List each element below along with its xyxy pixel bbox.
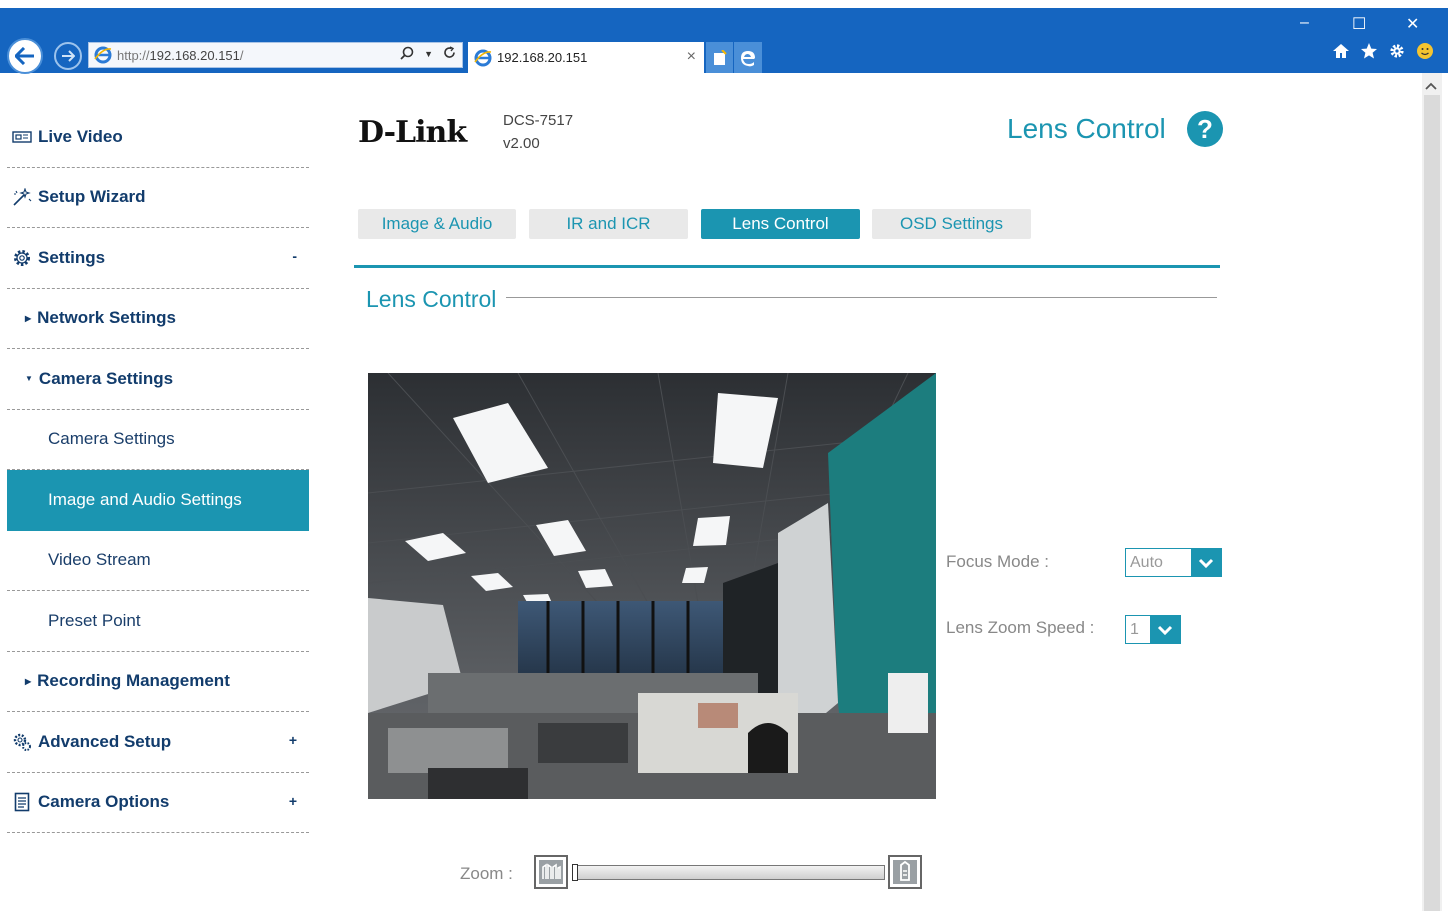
sidebar-item-label: Live Video [38, 126, 123, 146]
focus-mode-value: Auto [1130, 553, 1163, 571]
lens-zoom-speed-label: Lens Zoom Speed : [946, 618, 1095, 637]
expand-toggle[interactable]: + [289, 793, 297, 809]
sidebar-item-label: Camera Settings [38, 368, 174, 388]
close-button[interactable]: ✕ [1406, 14, 1419, 34]
zoom-tele-button[interactable] [888, 855, 922, 889]
help-icon[interactable]: ? [1187, 111, 1223, 147]
sidebar-item-network-settings[interactable]: ▶ Network Settings [7, 289, 309, 349]
zoom-tele-icon [893, 860, 917, 884]
zoom-slider-handle[interactable] [572, 864, 578, 881]
focus-mode-select[interactable]: Auto [1125, 548, 1222, 577]
tab-underline [354, 265, 1220, 268]
search-icon[interactable] [400, 46, 414, 63]
sidebar-item-label: Setup Wizard [38, 187, 146, 207]
expand-toggle[interactable]: + [289, 732, 297, 748]
arrow-right-icon [62, 50, 75, 62]
page-title: Lens Control [1007, 113, 1166, 144]
sidebar-item-camera-options[interactable]: Camera Options + [7, 773, 309, 833]
sidebar-item-label: Preset Point [48, 610, 141, 630]
document-icon [11, 792, 33, 812]
zoom-wide-button[interactable] [534, 855, 568, 889]
sidebar-item-label: Camera Settings [48, 429, 175, 449]
sidebar-item-image-audio-settings[interactable]: Image and Audio Settings [7, 470, 309, 531]
tab-title: 192.168.20.151 [497, 50, 588, 65]
zoom-label: Zoom : [460, 864, 513, 883]
url-scheme: http:// [117, 47, 150, 63]
sidebar-item-label: Camera Options [38, 792, 170, 812]
zoom-wide-icon [539, 860, 563, 884]
model-info: DCS-7517 v2.00 [503, 109, 573, 155]
sidebar-item-camera-settings[interactable]: Camera Settings [7, 410, 309, 470]
sidebar-item-recording-management[interactable]: ▶ Recording Management [7, 652, 309, 712]
edge-icon [741, 50, 755, 66]
sidebar-item-label: Network Settings [37, 308, 177, 328]
caret-right-icon: ▶ [25, 676, 32, 686]
minimize-button[interactable]: – [1300, 14, 1309, 32]
browser-tab[interactable]: 192.168.20.151 × [468, 42, 704, 73]
dlink-logo: D-Link [358, 115, 467, 150]
model-name: DCS-7517 [503, 112, 574, 129]
title-strip [0, 0, 1448, 8]
caret-down-icon: ▼ [25, 374, 33, 384]
section-divider [506, 297, 1217, 298]
wand-icon [11, 188, 33, 206]
new-tab-button[interactable] [706, 42, 733, 73]
forward-button[interactable] [54, 42, 82, 70]
scrollbar-thumb[interactable] [1424, 95, 1440, 911]
sidebar-item-camera-settings-group[interactable]: ▼ Camera Settings [7, 349, 309, 410]
sidebar-item-preset-point[interactable]: Preset Point [7, 591, 309, 652]
tab-close-icon[interactable]: × [687, 48, 696, 66]
refresh-icon[interactable] [443, 46, 456, 63]
new-tab-icon [713, 49, 727, 65]
scroll-up-icon[interactable] [1425, 79, 1437, 93]
tab-lens-control[interactable]: Lens Control [701, 209, 860, 239]
browser-toolbar: http://192.168.20.151/ ▼ 192.168.20.151 … [0, 0, 1448, 74]
focus-mode-label: Focus Mode : [946, 552, 1049, 571]
zoom-slider-track[interactable] [572, 865, 885, 880]
firmware-version: v2.00 [503, 135, 540, 152]
sidebar-item-label: Settings [38, 247, 106, 267]
lens-zoom-speed-select[interactable]: 1 [1125, 615, 1181, 644]
tab-ir-icr[interactable]: IR and ICR [529, 209, 688, 239]
chevron-down-icon [1150, 616, 1180, 643]
sidebar-nav: Live Video Setup Wizard Settings - ▶ Net… [7, 107, 309, 833]
sidebar-item-label: Image and Audio Settings [48, 490, 242, 510]
edge-button[interactable] [734, 42, 762, 73]
advanced-gear-icon [11, 732, 33, 752]
ie-icon [94, 46, 112, 64]
sidebar-item-settings[interactable]: Settings - [7, 228, 309, 289]
caret-right-icon: ▶ [25, 313, 32, 323]
address-bar[interactable]: http://192.168.20.151/ ▼ [88, 42, 463, 68]
url-host: 192.168.20.151 [149, 47, 240, 63]
collapse-toggle[interactable]: - [292, 248, 297, 264]
camera-live-view [368, 373, 936, 799]
live-video-icon [11, 130, 33, 144]
tab-osd-settings[interactable]: OSD Settings [872, 209, 1031, 239]
sidebar-item-label: Advanced Setup [38, 731, 172, 751]
url-path: / [239, 47, 244, 63]
sidebar-item-setup-wizard[interactable]: Setup Wizard [7, 168, 309, 228]
sidebar-item-label: Video Stream [48, 550, 151, 570]
arrow-left-icon [15, 47, 34, 65]
chevron-down-icon [1191, 549, 1221, 576]
lens-zoom-speed-value: 1 [1130, 620, 1139, 638]
maximize-button[interactable]: ☐ [1352, 14, 1366, 34]
dropdown-icon[interactable]: ▼ [424, 49, 433, 63]
section-title: Lens Control [366, 286, 503, 313]
favorites-star-icon[interactable] [1360, 42, 1378, 66]
back-button[interactable] [7, 38, 43, 74]
home-icon[interactable] [1332, 42, 1350, 66]
vertical-scrollbar[interactable] [1422, 73, 1442, 911]
gear-icon [11, 248, 33, 268]
sidebar-item-video-stream[interactable]: Video Stream [7, 531, 309, 591]
tab-image-audio[interactable]: Image & Audio [358, 209, 516, 239]
office-scene-image [368, 373, 936, 799]
smiley-icon[interactable] [1416, 42, 1434, 66]
sidebar-item-label: Recording Management [37, 671, 230, 691]
sidebar-item-advanced-setup[interactable]: Advanced Setup + [7, 712, 309, 773]
sidebar-item-live-video[interactable]: Live Video [7, 107, 309, 168]
settings-gear-icon[interactable] [1388, 42, 1406, 66]
ie-icon [474, 49, 492, 66]
